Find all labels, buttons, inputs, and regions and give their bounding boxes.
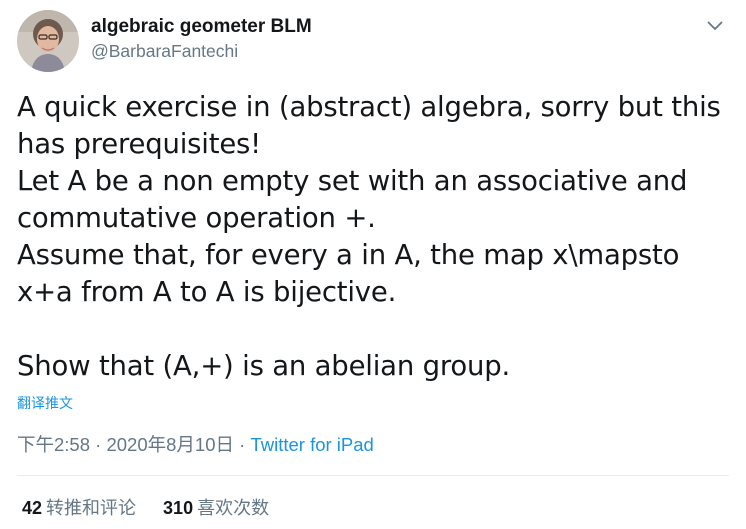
avatar-image: [17, 10, 79, 72]
tweet-menu-button[interactable]: [705, 16, 725, 36]
likes-count: 310: [163, 498, 194, 518]
author-info: algebraic geometer BLM @BarbaraFantechi: [91, 16, 312, 62]
meta-separator: ·: [234, 434, 251, 455]
tweet-text-line: Show that (A,+) is an abelian group.: [17, 350, 510, 382]
tweet-text-line: x+a from A to A is bijective.: [17, 276, 397, 308]
tweet-text-line: Assume that, for every a in A, the map x…: [17, 239, 680, 271]
user-handle[interactable]: @BarbaraFantechi: [91, 40, 312, 62]
tweet-stats: 42 转推和评论 310 喜欢次数: [22, 496, 291, 520]
tweet-text: A quick exercise in (abstract) algebra, …: [17, 89, 729, 385]
tweet-text-line: [17, 311, 729, 348]
likes-label: 喜欢次数: [197, 498, 270, 518]
tweet-metadata: 下午2:58 · 2020年8月10日 · Twitter for iPad: [17, 433, 374, 457]
display-name[interactable]: algebraic geometer BLM: [91, 16, 312, 38]
tweet-text-line: has prerequisites!: [17, 128, 261, 160]
avatar[interactable]: [17, 10, 79, 72]
meta-separator: ·: [90, 434, 107, 455]
tweet-text-line: Let A be a non empty set with an associa…: [17, 165, 688, 197]
tweet-time[interactable]: 下午2:58: [17, 434, 90, 455]
tweet-text-line: commutative operation +.: [17, 202, 376, 234]
translate-tweet-link[interactable]: 翻译推文: [17, 394, 73, 414]
retweets-count: 42: [22, 498, 43, 518]
divider: [17, 475, 729, 476]
retweets-label: 转推和评论: [46, 498, 137, 518]
tweet-text-line: A quick exercise in (abstract) algebra, …: [17, 91, 721, 123]
chevron-down-icon: [707, 21, 723, 30]
tweet-date[interactable]: 2020年8月10日: [106, 434, 234, 455]
tweet-card: algebraic geometer BLM @BarbaraFantechi …: [0, 0, 746, 529]
likes-stat[interactable]: 310 喜欢次数: [163, 496, 269, 520]
tweet-header: algebraic geometer BLM @BarbaraFantechi: [17, 10, 729, 74]
retweets-stat[interactable]: 42 转推和评论: [22, 496, 136, 520]
tweet-source-link[interactable]: Twitter for iPad: [250, 434, 373, 455]
